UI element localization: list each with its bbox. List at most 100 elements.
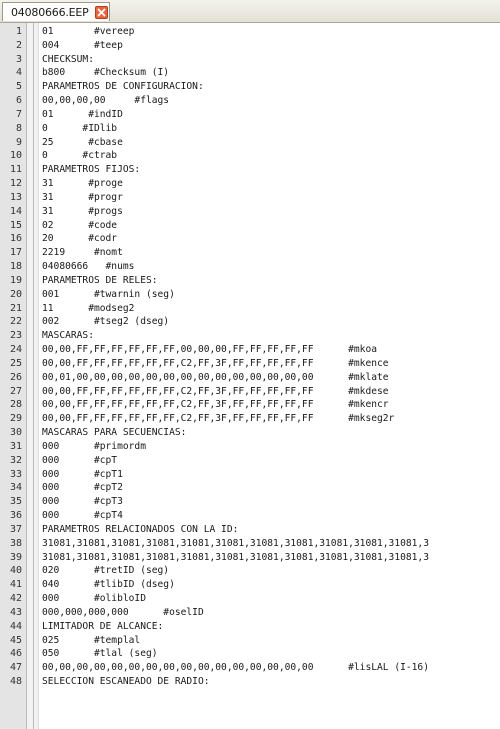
line-text[interactable]: MASCARAS: [42, 329, 94, 343]
editor-line[interactable]: 20 001 #twarnin (seg) [0, 288, 500, 302]
line-text[interactable]: 002 #tseg2 (dseg) [42, 315, 169, 329]
line-text[interactable]: 00,00,FF,FF,FF,FF,FF,FF,00,00,00,FF,FF,F… [42, 343, 377, 357]
line-text[interactable]: 00,00,FF,FF,FF,FF,FF,FF,C2,FF,3F,FF,FF,F… [42, 412, 394, 426]
line-text[interactable]: PARAMETROS DE RELES: [42, 274, 158, 288]
line-text[interactable]: 020 #tretID (seg) [42, 564, 169, 578]
line-text[interactable]: PARAMETROS FIJOS: [42, 163, 140, 177]
close-icon[interactable] [95, 6, 108, 19]
file-tab[interactable]: 04080666.EEP [2, 2, 110, 21]
line-text[interactable]: 000 #cpT1 [42, 468, 123, 482]
editor-line[interactable]: 38 31081,31081,31081,31081,31081,31081,31… [0, 537, 500, 551]
editor-line[interactable]: 13 31 #progr [0, 191, 500, 205]
line-text[interactable]: 31 #progr [42, 191, 123, 205]
editor-line[interactable]: 39 31081,31081,31081,31081,31081,31081,31… [0, 551, 500, 565]
line-text[interactable]: 20 #codr [42, 232, 117, 246]
line-text[interactable]: MASCARAS PARA SECUENCIAS: [42, 426, 186, 440]
line-text[interactable]: 31 #proge [42, 177, 123, 191]
editor-line[interactable]: 41 040 #tlibID (dseg) [0, 578, 500, 592]
line-text[interactable]: 000 #olibloID [42, 592, 146, 606]
editor-line[interactable]: 14 31 #progs [0, 205, 500, 219]
editor-line[interactable]: 44 LIMITADOR DE ALCANCE: [0, 620, 500, 634]
editor-line[interactable]: 25 00,00,FF,FF,FF,FF,FF,FF,C2,FF,3F,FF,FF… [0, 357, 500, 371]
line-text[interactable]: 000 #cpT3 [42, 495, 123, 509]
line-text[interactable]: 01 #vereep [42, 25, 134, 39]
line-text[interactable]: 2219 #nomt [42, 246, 123, 260]
editor-line[interactable]: 42 000 #olibloID [0, 592, 500, 606]
line-text[interactable]: 000 #cpT4 [42, 509, 123, 523]
editor-line[interactable]: 45 025 #templal [0, 634, 500, 648]
line-text[interactable]: 11 #modseg2 [42, 302, 134, 316]
editor-line[interactable]: 4 b800 #Checksum (I) [0, 66, 500, 80]
editor-line[interactable]: 10 0 #ctrab [0, 149, 500, 163]
line-text[interactable]: 00,00,00,00,00,00,00,00,00,00,00,00,00,0… [42, 661, 429, 675]
editor-line[interactable]: 7 01 #indID [0, 108, 500, 122]
editor-line[interactable]: 23 MASCARAS: [0, 329, 500, 343]
line-text[interactable]: 25 #cbase [42, 136, 123, 150]
editor-line[interactable]: 32 000 #cpT [0, 454, 500, 468]
editor-line[interactable]: 28 00,00,FF,FF,FF,FF,FF,FF,C2,FF,3F,FF,FF… [0, 398, 500, 412]
text-editor[interactable]: 1 01 #vereep 2 004 #teep 3 CHECKSUM: 4 b800 #Ch… [0, 23, 500, 729]
editor-line[interactable]: 34 000 #cpT2 [0, 481, 500, 495]
editor-line[interactable]: 19 PARAMETROS DE RELES: [0, 274, 500, 288]
editor-line[interactable]: 29 00,00,FF,FF,FF,FF,FF,FF,C2,FF,3F,FF,FF… [0, 412, 500, 426]
line-text[interactable]: 000,000,000,000 #oselID [42, 606, 204, 620]
editor-line[interactable]: 21 11 #modseg2 [0, 302, 500, 316]
editor-line[interactable]: 24 00,00,FF,FF,FF,FF,FF,FF,00,00,00,FF,FF… [0, 343, 500, 357]
line-text[interactable]: 001 #twarnin (seg) [42, 288, 175, 302]
editor-line[interactable]: 9 25 #cbase [0, 136, 500, 150]
editor-line[interactable]: 8 0 #IDlib [0, 122, 500, 136]
editor-line[interactable]: 47 00,00,00,00,00,00,00,00,00,00,00,00,00… [0, 661, 500, 675]
editor-line[interactable]: 17 2219 #nomt [0, 246, 500, 260]
editor-line[interactable]: 31 000 #primordm [0, 440, 500, 454]
editor-line[interactable]: 26 00,01,00,00,00,00,00,00,00,00,00,00,00… [0, 371, 500, 385]
line-text[interactable]: SELECCION ESCANEADO DE RADIO: [42, 675, 210, 689]
line-text[interactable]: 0 #IDlib [42, 122, 117, 136]
line-text[interactable]: 0 #ctrab [42, 149, 117, 163]
line-text[interactable]: CHECKSUM: [42, 53, 94, 67]
line-text[interactable]: LIMITADOR DE ALCANCE: [42, 620, 163, 634]
line-text[interactable]: 00,00,FF,FF,FF,FF,FF,FF,C2,FF,3F,FF,FF,F… [42, 385, 389, 399]
line-text[interactable]: b800 #Checksum (I) [42, 66, 169, 80]
line-text[interactable]: 31081,31081,31081,31081,31081,31081,3108… [42, 551, 429, 565]
editor-line[interactable]: 5 PARAMETROS DE CONFIGURACION: [0, 80, 500, 94]
line-text[interactable]: 02 #code [42, 219, 117, 233]
editor-line[interactable]: 18 04080666 #nums [0, 260, 500, 274]
line-text[interactable]: 31 #progs [42, 205, 123, 219]
line-text[interactable]: 00,00,FF,FF,FF,FF,FF,FF,C2,FF,3F,FF,FF,F… [42, 398, 389, 412]
editor-line[interactable]: 48 SELECCION ESCANEADO DE RADIO: [0, 675, 500, 689]
line-text[interactable]: 025 #templal [42, 634, 140, 648]
editor-line[interactable]: 11 PARAMETROS FIJOS: [0, 163, 500, 177]
editor-line[interactable]: 35 000 #cpT3 [0, 495, 500, 509]
editor-line[interactable]: 1 01 #vereep [0, 25, 500, 39]
line-text[interactable]: 00,00,00,00 #flags [42, 94, 169, 108]
line-text[interactable]: 050 #tlal (seg) [42, 647, 158, 661]
editor-line[interactable]: 6 00,00,00,00 #flags [0, 94, 500, 108]
line-text[interactable]: 000 #cpT [42, 454, 117, 468]
editor-line[interactable]: 2 004 #teep [0, 39, 500, 53]
editor-line[interactable]: 3 CHECKSUM: [0, 53, 500, 67]
line-text[interactable]: 01 #indID [42, 108, 123, 122]
line-text[interactable]: PARAMETROS RELACIONADOS CON LA ID: [42, 523, 238, 537]
line-text[interactable]: 000 #cpT2 [42, 481, 123, 495]
editor-line[interactable]: 40 020 #tretID (seg) [0, 564, 500, 578]
line-text[interactable]: 04080666 #nums [42, 260, 134, 274]
line-number: 10 [9, 150, 22, 162]
line-text[interactable]: 00,01,00,00,00,00,00,00,00,00,00,00,00,0… [42, 371, 389, 385]
editor-line[interactable]: 33 000 #cpT1 [0, 468, 500, 482]
line-text[interactable]: 31081,31081,31081,31081,31081,31081,3108… [42, 537, 429, 551]
editor-line[interactable]: 12 31 #proge [0, 177, 500, 191]
line-text[interactable]: 040 #tlibID (dseg) [42, 578, 175, 592]
editor-line[interactable]: 27 00,00,FF,FF,FF,FF,FF,FF,C2,FF,3F,FF,FF… [0, 385, 500, 399]
editor-line[interactable]: 37 PARAMETROS RELACIONADOS CON LA ID: [0, 523, 500, 537]
editor-line[interactable]: 43 000,000,000,000 #oselID [0, 606, 500, 620]
editor-line[interactable]: 30 MASCARAS PARA SECUENCIAS: [0, 426, 500, 440]
editor-line[interactable]: 16 20 #codr [0, 232, 500, 246]
line-text[interactable]: PARAMETROS DE CONFIGURACION: [42, 80, 204, 94]
editor-line[interactable]: 22 002 #tseg2 (dseg) [0, 315, 500, 329]
editor-line[interactable]: 15 02 #code [0, 219, 500, 233]
editor-line[interactable]: 36 000 #cpT4 [0, 509, 500, 523]
line-text[interactable]: 004 #teep [42, 39, 123, 53]
line-text[interactable]: 00,00,FF,FF,FF,FF,FF,FF,C2,FF,3F,FF,FF,F… [42, 357, 389, 371]
line-text[interactable]: 000 #primordm [42, 440, 146, 454]
editor-line[interactable]: 46 050 #tlal (seg) [0, 647, 500, 661]
